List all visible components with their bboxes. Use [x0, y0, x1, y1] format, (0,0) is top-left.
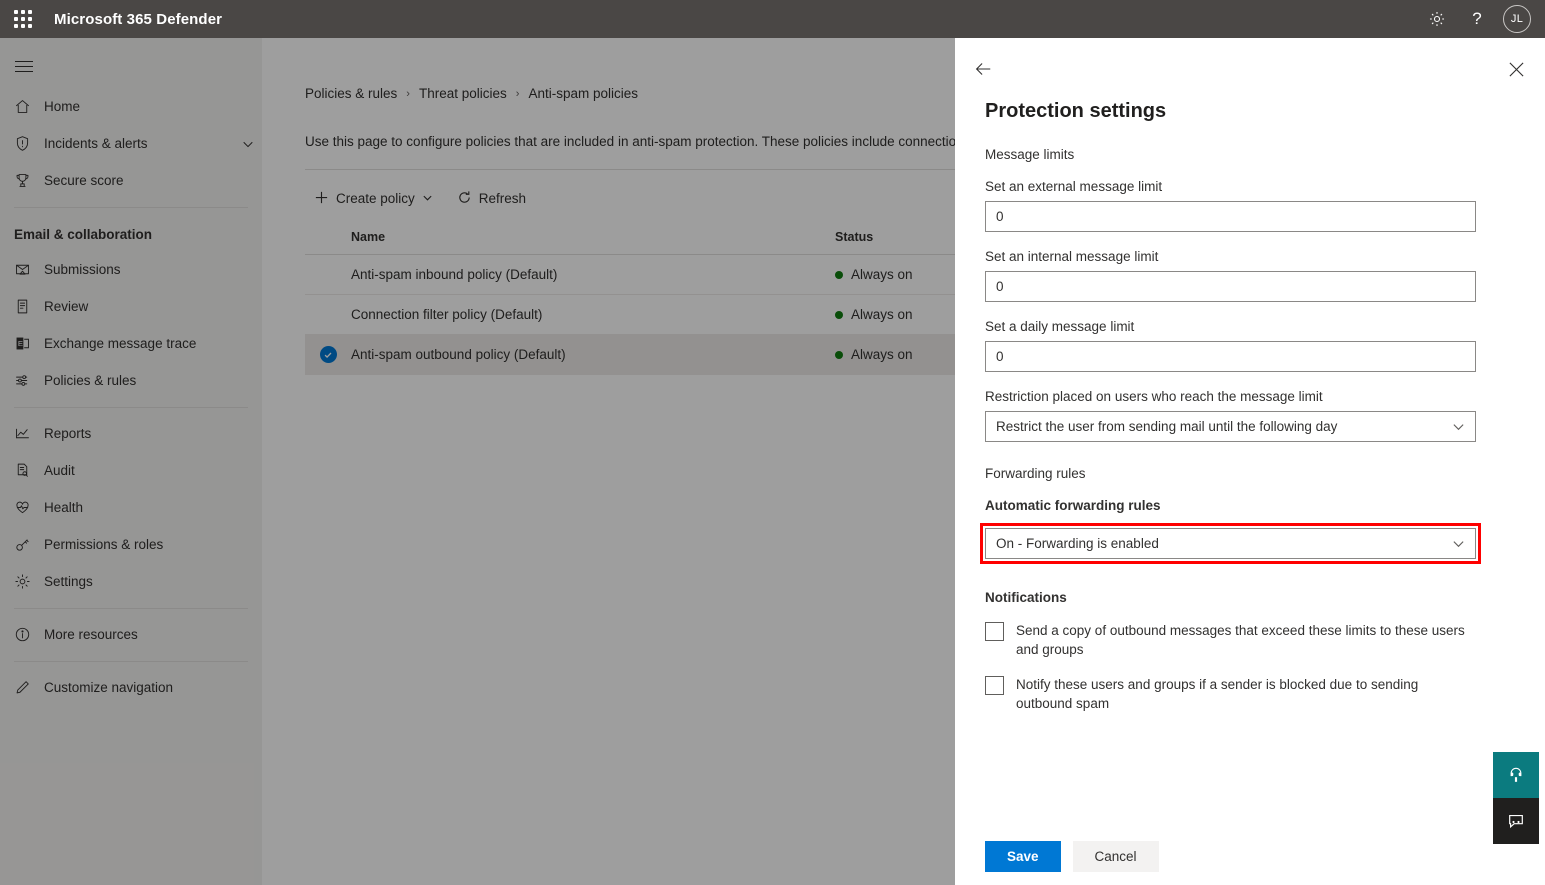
automatic-forwarding-selected-value: On - Forwarding is enabled	[996, 536, 1159, 551]
question-mark-icon[interactable]: ?	[1457, 0, 1497, 38]
save-button[interactable]: Save	[985, 841, 1061, 872]
app-brand-title: Microsoft 365 Defender	[54, 11, 222, 28]
internal-message-limit-input[interactable]: 0	[985, 271, 1476, 302]
panel-body: Message limits Set an external message l…	[955, 147, 1545, 713]
floating-widgets	[1493, 752, 1539, 844]
panel-header	[955, 38, 1545, 86]
notifications-header: Notifications	[985, 590, 1515, 605]
automatic-forwarding-dropdown[interactable]: On - Forwarding is enabled	[985, 528, 1476, 559]
gear-icon[interactable]	[1417, 0, 1457, 38]
notification-checkbox-send-copy[interactable]: Send a copy of outbound messages that ex…	[985, 621, 1478, 659]
top-bar-actions: ? JL	[1417, 0, 1545, 38]
external-message-limit-input[interactable]: 0	[985, 201, 1476, 232]
forwarding-rules-header: Forwarding rules	[985, 466, 1515, 481]
avatar[interactable]: JL	[1503, 5, 1531, 33]
external-limit-label: Set an external message limit	[985, 179, 1515, 194]
app-root: Microsoft 365 Defender ? JL HomeIncident…	[0, 0, 1545, 885]
chevron-down-icon	[1452, 537, 1465, 550]
checkbox-label: Notify these users and groups if a sende…	[1016, 675, 1478, 713]
restriction-dropdown[interactable]: Restrict the user from sending mail unti…	[985, 411, 1476, 442]
top-bar: Microsoft 365 Defender ? JL	[0, 0, 1545, 38]
notification-checkbox-notify-blocked[interactable]: Notify these users and groups if a sende…	[985, 675, 1478, 713]
waffle-grid-icon[interactable]	[0, 0, 46, 38]
panel-title: Protection settings	[955, 86, 1545, 123]
annotation-highlight-box: On - Forwarding is enabled	[980, 523, 1481, 564]
checkbox-label: Send a copy of outbound messages that ex…	[1016, 621, 1478, 659]
chevron-down-icon	[1452, 420, 1465, 433]
checkbox-icon[interactable]	[985, 676, 1004, 695]
panel-footer-actions: Save Cancel	[985, 841, 1159, 872]
protection-settings-panel: Protection settings Message limits Set a…	[955, 38, 1545, 885]
cancel-button[interactable]: Cancel	[1073, 841, 1159, 872]
restriction-label: Restriction placed on users who reach th…	[985, 389, 1515, 404]
feedback-chat-icon[interactable]	[1493, 798, 1539, 844]
checkbox-icon[interactable]	[985, 622, 1004, 641]
automatic-forwarding-label: Automatic forwarding rules	[985, 498, 1515, 513]
daily-limit-label: Set a daily message limit	[985, 319, 1515, 334]
close-icon[interactable]	[1508, 61, 1525, 78]
message-limits-header: Message limits	[985, 147, 1515, 162]
restriction-selected-value: Restrict the user from sending mail unti…	[996, 419, 1337, 434]
daily-message-limit-input[interactable]: 0	[985, 341, 1476, 372]
back-arrow-icon[interactable]	[973, 59, 993, 79]
headset-support-icon[interactable]	[1493, 752, 1539, 798]
internal-limit-label: Set an internal message limit	[985, 249, 1515, 264]
modal-dim-overlay[interactable]	[0, 38, 955, 885]
